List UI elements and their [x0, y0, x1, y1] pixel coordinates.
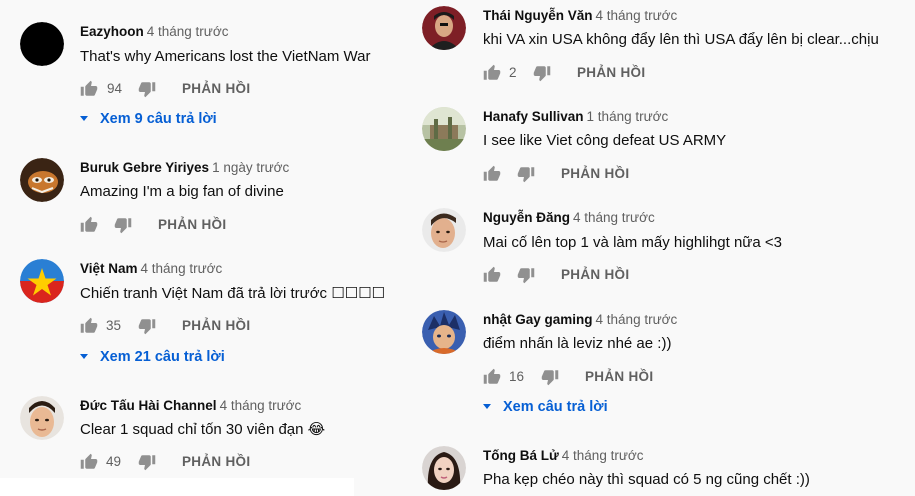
reply-button[interactable]: PHẢN HỒI: [577, 65, 645, 80]
comment-header: Đức Tấu Hài Channel 4 tháng trước: [80, 398, 301, 414]
thumb-up-icon[interactable]: [80, 80, 98, 98]
comment-text: Pha kẹp chéo này thì squad có 5 ng cũng …: [483, 471, 810, 488]
avatar[interactable]: [422, 310, 466, 354]
thumb-up-icon[interactable]: [80, 216, 98, 234]
author-name[interactable]: nhật Gay gaming: [483, 312, 593, 327]
caret-down-icon: [80, 115, 88, 121]
thumb-down-icon[interactable]: [517, 165, 535, 183]
author-name[interactable]: Việt Nam: [80, 261, 138, 276]
reply-button[interactable]: PHẢN HỒI: [561, 166, 629, 181]
published-time[interactable]: 4 tháng trước: [596, 8, 678, 23]
author-name[interactable]: Tống Bá Lử: [483, 448, 559, 463]
thumb-up-icon[interactable]: [483, 368, 501, 386]
thumb-up-icon[interactable]: [483, 165, 501, 183]
published-time[interactable]: 4 tháng trước: [562, 448, 644, 463]
comment-text: Chiến tranh Việt Nam đã trả lời trước ☐☐…: [80, 285, 385, 302]
reply-button[interactable]: PHẢN HỒI: [561, 267, 629, 282]
avatar[interactable]: [20, 158, 64, 202]
caret-down-icon: [483, 403, 491, 409]
avatar[interactable]: [422, 446, 466, 490]
thumb-down-icon[interactable]: [541, 368, 559, 386]
comment-text: Mai cố lên top 1 và làm mấy highlihgt nữ…: [483, 234, 782, 251]
author-name[interactable]: Đức Tấu Hài Channel: [80, 398, 217, 413]
author-name[interactable]: Thái Nguyễn Văn: [483, 8, 593, 23]
comment-header: Việt Nam 4 tháng trước: [80, 261, 222, 277]
comment-text: Clear 1 squad chỉ tốn 30 viên đạn 😂: [80, 421, 326, 438]
comment-header: Tống Bá Lử 4 tháng trước: [483, 448, 643, 464]
comment-text: điểm nhấn là leviz nhé ae :)): [483, 335, 672, 352]
thumb-down-icon[interactable]: [517, 266, 535, 284]
avatar[interactable]: [20, 22, 64, 66]
comment-text: I see like Viet công defeat US ARMY: [483, 132, 727, 149]
comment-header: Buruk Gebre Yiriyes 1 ngày trước: [80, 160, 289, 176]
published-time[interactable]: 1 ngày trước: [212, 160, 289, 175]
thumb-down-icon[interactable]: [138, 317, 156, 335]
author-name[interactable]: Eazyhoon: [80, 24, 144, 39]
like-count: 16: [509, 369, 525, 384]
comment-header: Thái Nguyễn Văn 4 tháng trước: [483, 8, 677, 24]
thumb-up-icon[interactable]: [80, 453, 98, 471]
comment-text: khi VA xin USA không đẩy lên thì USA đẩy…: [483, 31, 879, 48]
published-time[interactable]: 4 tháng trước: [596, 312, 678, 327]
avatar[interactable]: [422, 107, 466, 151]
background-patch: [0, 478, 354, 496]
right-comment-column: Thái Nguyễn Văn 4 tháng trước khi VA xin …: [406, 0, 915, 496]
view-replies-label: Xem câu trả lời: [503, 399, 608, 415]
author-name[interactable]: Nguyễn Đăng: [483, 210, 570, 225]
author-name[interactable]: Hanafy Sullivan: [483, 109, 584, 124]
thumb-up-icon[interactable]: [483, 266, 501, 284]
caret-down-icon: [80, 353, 88, 359]
published-time[interactable]: 4 tháng trước: [141, 261, 223, 276]
view-replies-button[interactable]: Xem 9 câu trả lời: [80, 111, 217, 127]
view-replies-button[interactable]: Xem 21 câu trả lời: [80, 349, 225, 365]
published-time[interactable]: 4 tháng trước: [147, 24, 229, 39]
like-count: 2: [509, 65, 517, 80]
view-replies-button[interactable]: Xem câu trả lời: [483, 399, 608, 415]
thumb-down-icon[interactable]: [114, 216, 132, 234]
comment-text: That's why Americans lost the VietNam Wa…: [80, 48, 371, 65]
comment-header: Hanafy Sullivan 1 tháng trước: [483, 109, 668, 125]
reply-button[interactable]: PHẢN HỒI: [585, 369, 653, 384]
thumb-down-icon[interactable]: [138, 80, 156, 98]
avatar[interactable]: [20, 396, 64, 440]
comment-text: Amazing I'm a big fan of divine: [80, 183, 284, 200]
reply-button[interactable]: PHẢN HỒI: [182, 81, 250, 96]
thumb-up-icon[interactable]: [80, 317, 98, 335]
thumb-down-icon[interactable]: [533, 64, 551, 82]
reply-button[interactable]: PHẢN HỒI: [182, 454, 250, 469]
reply-button[interactable]: PHẢN HỒI: [182, 318, 250, 333]
comment-header: nhật Gay gaming 4 tháng trước: [483, 312, 677, 328]
published-time[interactable]: 1 tháng trước: [587, 109, 669, 124]
avatar[interactable]: [20, 259, 64, 303]
comment-header: Eazyhoon 4 tháng trước: [80, 24, 228, 40]
like-count: 94: [107, 81, 123, 96]
published-time[interactable]: 4 tháng trước: [573, 210, 655, 225]
view-replies-label: Xem 9 câu trả lời: [100, 111, 217, 127]
thumb-down-icon[interactable]: [138, 453, 156, 471]
reply-button[interactable]: PHẢN HỒI: [158, 217, 226, 232]
avatar[interactable]: [422, 6, 466, 50]
view-replies-label: Xem 21 câu trả lời: [100, 349, 225, 365]
comment-header: Nguyễn Đăng 4 tháng trước: [483, 210, 655, 226]
author-name[interactable]: Buruk Gebre Yiriyes: [80, 160, 209, 175]
like-count: 49: [106, 454, 122, 469]
like-count: 35: [106, 318, 122, 333]
thumb-up-icon[interactable]: [483, 64, 501, 82]
avatar[interactable]: [422, 208, 466, 252]
published-time[interactable]: 4 tháng trước: [220, 398, 302, 413]
left-comment-column: Eazyhoon 4 tháng trước That's why America…: [0, 0, 385, 496]
